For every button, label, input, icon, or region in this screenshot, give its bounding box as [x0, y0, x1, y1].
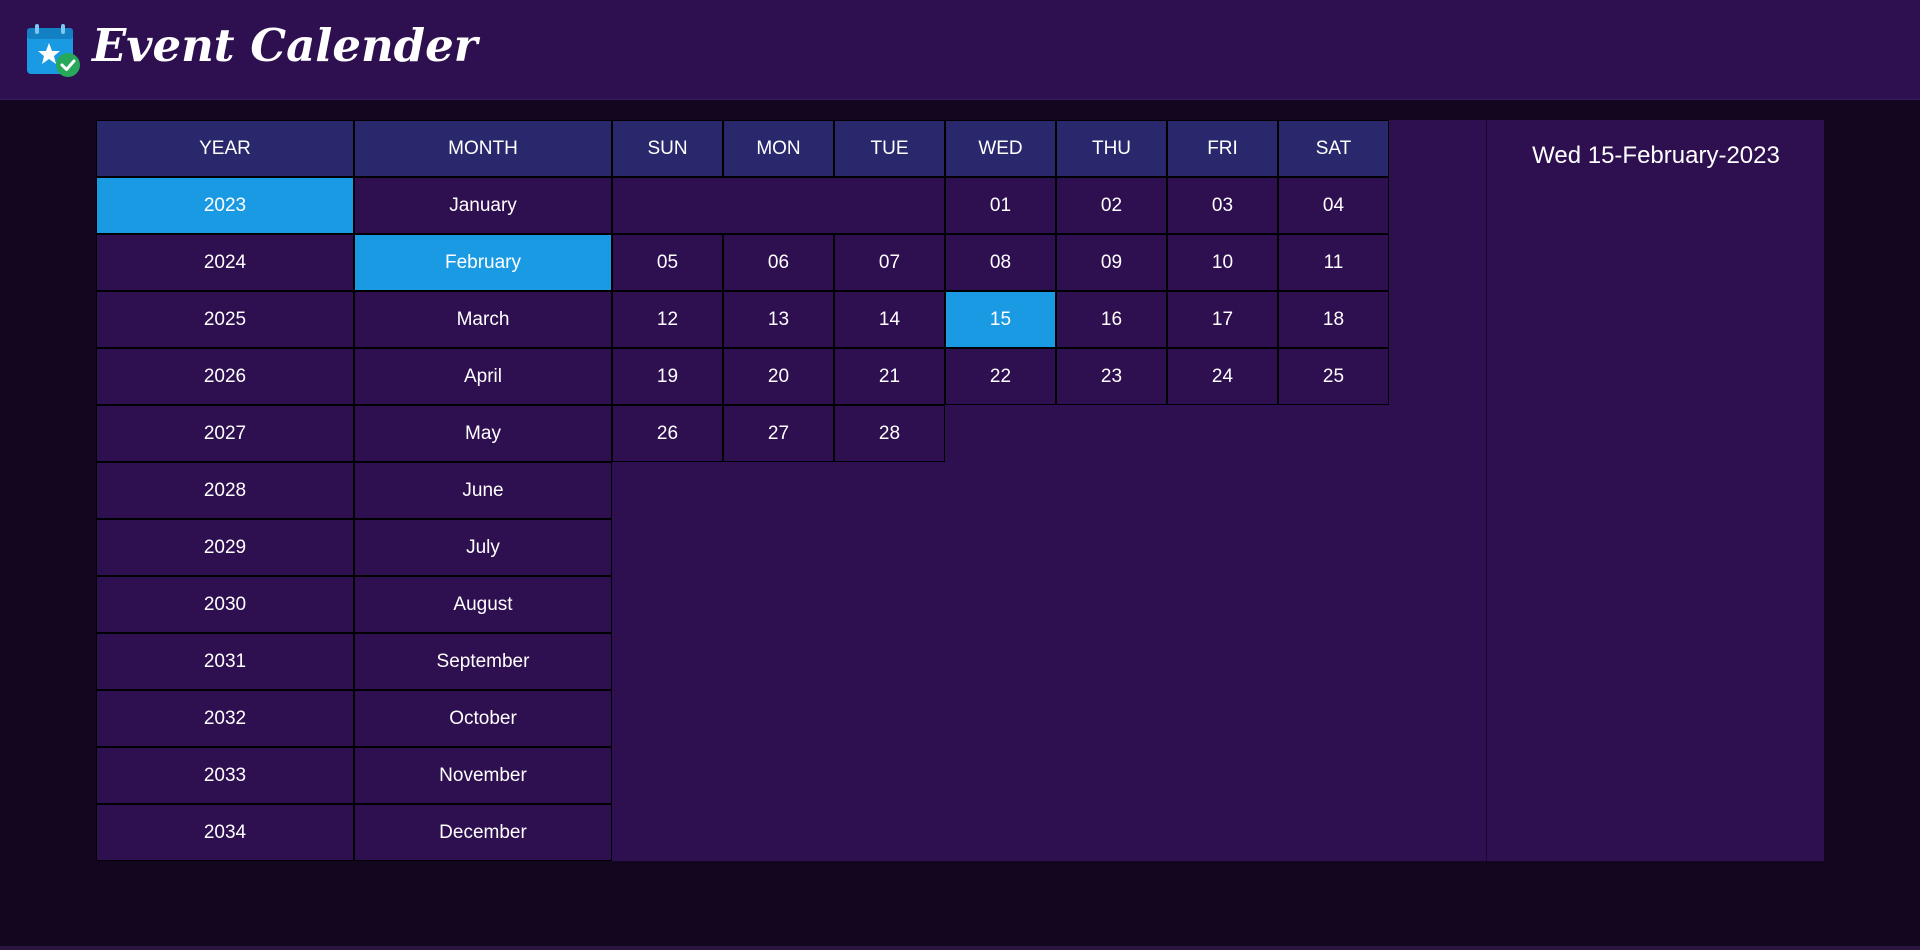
- weekday-header-fri: FRI: [1167, 120, 1278, 177]
- day-cell-09[interactable]: 09: [1056, 234, 1167, 291]
- day-cell-07[interactable]: 07: [834, 234, 945, 291]
- day-cell-10[interactable]: 10: [1167, 234, 1278, 291]
- year-item-2034[interactable]: 2034: [96, 804, 354, 861]
- year-item-2032[interactable]: 2032: [96, 690, 354, 747]
- day-cell-28[interactable]: 28: [834, 405, 945, 462]
- day-cell-19[interactable]: 19: [612, 348, 723, 405]
- day-cell-20[interactable]: 20: [723, 348, 834, 405]
- weekday-header-tue: TUE: [834, 120, 945, 177]
- month-column-header: MONTH: [354, 120, 612, 177]
- year-column-header: YEAR: [96, 120, 354, 177]
- day-cell-27[interactable]: 27: [723, 405, 834, 462]
- weekday-header-mon: MON: [723, 120, 834, 177]
- day-cell-01[interactable]: 01: [945, 177, 1056, 234]
- day-cell-12[interactable]: 12: [612, 291, 723, 348]
- month-item-september[interactable]: September: [354, 633, 612, 690]
- weekday-header-sun: SUN: [612, 120, 723, 177]
- month-item-november[interactable]: November: [354, 747, 612, 804]
- day-cell-16[interactable]: 16: [1056, 291, 1167, 348]
- year-item-2027[interactable]: 2027: [96, 405, 354, 462]
- empty-week-leading-cell: [612, 177, 945, 234]
- year-item-2025[interactable]: 2025: [96, 291, 354, 348]
- day-cell-25[interactable]: 25: [1278, 348, 1389, 405]
- day-cell-14[interactable]: 14: [834, 291, 945, 348]
- year-item-2030[interactable]: 2030: [96, 576, 354, 633]
- day-cell-04[interactable]: 04: [1278, 177, 1389, 234]
- selected-date-panel: Wed 15-February-2023: [1486, 120, 1824, 861]
- day-cell-08[interactable]: 08: [945, 234, 1056, 291]
- day-cell-22[interactable]: 22: [945, 348, 1056, 405]
- calendar-star-check-icon: [27, 24, 80, 77]
- app-header: Event Calender: [0, 0, 1920, 100]
- month-item-january[interactable]: January: [354, 177, 612, 234]
- month-item-february[interactable]: February: [354, 234, 612, 291]
- day-cell-11[interactable]: 11: [1278, 234, 1389, 291]
- weekday-header-sat: SAT: [1278, 120, 1389, 177]
- year-item-2031[interactable]: 2031: [96, 633, 354, 690]
- year-item-2023[interactable]: 2023: [96, 177, 354, 234]
- day-cell-24[interactable]: 24: [1167, 348, 1278, 405]
- month-item-december[interactable]: December: [354, 804, 612, 861]
- year-item-2033[interactable]: 2033: [96, 747, 354, 804]
- month-item-july[interactable]: July: [354, 519, 612, 576]
- month-item-may[interactable]: May: [354, 405, 612, 462]
- day-cell-17[interactable]: 17: [1167, 291, 1278, 348]
- day-cell-05[interactable]: 05: [612, 234, 723, 291]
- bottom-scroll-edge: [0, 946, 1920, 950]
- weekday-header-wed: WED: [945, 120, 1056, 177]
- month-item-april[interactable]: April: [354, 348, 612, 405]
- app-title: Event Calender: [92, 19, 478, 72]
- month-item-october[interactable]: October: [354, 690, 612, 747]
- month-item-august[interactable]: August: [354, 576, 612, 633]
- day-cell-21[interactable]: 21: [834, 348, 945, 405]
- day-cell-06[interactable]: 06: [723, 234, 834, 291]
- month-item-june[interactable]: June: [354, 462, 612, 519]
- day-cell-02[interactable]: 02: [1056, 177, 1167, 234]
- day-cell-13[interactable]: 13: [723, 291, 834, 348]
- day-cell-26[interactable]: 26: [612, 405, 723, 462]
- year-item-2028[interactable]: 2028: [96, 462, 354, 519]
- day-cell-03[interactable]: 03: [1167, 177, 1278, 234]
- month-item-march[interactable]: March: [354, 291, 612, 348]
- calendar-panel: Wed 15-February-2023 YEAR 2023 2024 2025 202…: [96, 120, 1824, 861]
- selected-date-label: Wed 15-February-2023: [1532, 142, 1780, 169]
- year-item-2024[interactable]: 2024: [96, 234, 354, 291]
- year-item-2029[interactable]: 2029: [96, 519, 354, 576]
- day-cell-15[interactable]: 15: [945, 291, 1056, 348]
- day-cell-18[interactable]: 18: [1278, 291, 1389, 348]
- weekday-header-thu: THU: [1056, 120, 1167, 177]
- year-item-2026[interactable]: 2026: [96, 348, 354, 405]
- day-cell-23[interactable]: 23: [1056, 348, 1167, 405]
